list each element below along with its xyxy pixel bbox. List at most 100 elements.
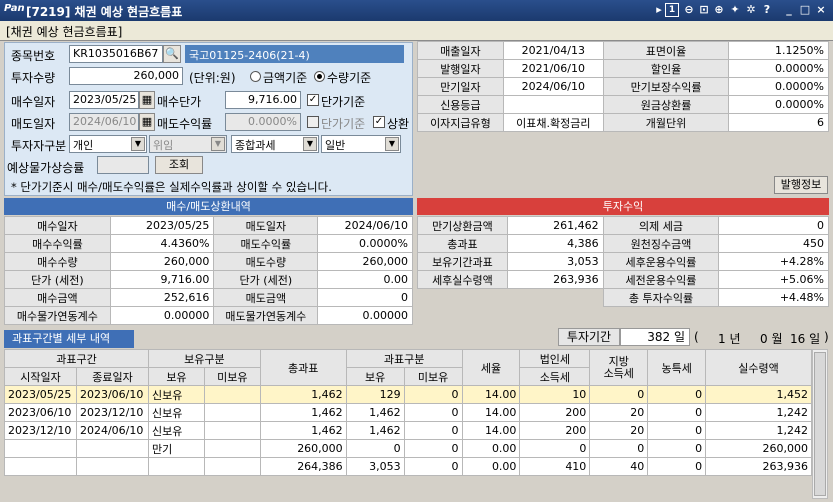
col-tax-period: 과표구간 [4, 349, 149, 368]
period-days-detail: 16 일 [790, 332, 821, 346]
invest-row: 만기상환금액 261,462 의제 세금 0 [417, 216, 829, 235]
calendar-icon[interactable]: ▦ [139, 113, 155, 131]
trade-label: 매수수익률 [4, 234, 111, 253]
expected-inflation-input[interactable] [97, 156, 149, 174]
issue-info-button[interactable]: 발행정보 [774, 176, 828, 194]
invest-value [507, 289, 603, 307]
table-cell: 20 [589, 403, 649, 422]
trade-row: 매수물가연동계수 0.00000 매도물가연동계수 0.00000 [4, 306, 413, 325]
info-label: 할인율 [602, 59, 730, 78]
invest-label: 세전운용수익률 [602, 270, 720, 289]
unit-label: (단위:원) [189, 71, 236, 85]
trade-label: 매수금액 [4, 288, 111, 307]
info-label: 신용등급 [417, 95, 504, 114]
qty-input[interactable]: 260,000 [69, 67, 183, 85]
table-row[interactable]: 2023/06/10 2023/12/10 신보유 1,462 1,462 0 14.00 2… [4, 403, 812, 422]
table-row[interactable]: 만기 260,000 0 0 0.00 0 0 0 260,000 [4, 439, 812, 458]
chevron-down-icon: ▼ [303, 137, 317, 151]
calendar-icon[interactable]: ▦ [139, 91, 155, 109]
info-value: 2021/04/13 [502, 41, 604, 60]
col-income-tax: 소득세 [519, 367, 591, 386]
sell-date-input[interactable]: 2024/06/10 [69, 113, 139, 131]
trade-value: 260,000 [109, 252, 215, 271]
col-tax-type: 과표구분 [345, 349, 463, 368]
trade-label: 매수물가연동계수 [4, 306, 111, 325]
trade-label: 매도물가연동계수 [213, 306, 319, 325]
invest-label: 총 투자수익률 [602, 288, 720, 307]
scrollbar-thumb[interactable] [814, 352, 826, 496]
query-button[interactable]: 조회 [155, 156, 203, 174]
search-icon[interactable]: 🔍 [163, 45, 181, 63]
qty-radio[interactable] [314, 71, 325, 82]
table-row[interactable]: 2023/12/10 2024/06/10 신보유 1,462 1,462 0 14.00 2… [4, 421, 812, 440]
trade-row: 매수수익률 4.4360% 매도수익률 0.0000% [4, 234, 413, 253]
info-value: 0.0000% [728, 59, 829, 78]
trade-label: 매도금액 [213, 288, 319, 307]
col-local-tax: 지방 소득세 [589, 349, 649, 386]
table-row[interactable]: 264,386 3,053 0 0.00 410 40 0 263,936 [4, 457, 812, 476]
star-icon[interactable]: ✲ [744, 3, 758, 17]
screen-header: [채권 예상 현금흐름표] [0, 21, 833, 41]
info-row: 매출일자 2021/04/13 표면이율 1.1250% [417, 41, 829, 60]
invest-row: 보유기간과표 3,053 세후운용수익률 +4.28% [417, 252, 829, 271]
page-number-button[interactable]: 1 [665, 3, 679, 17]
redeem-checkbox[interactable]: ✓ [373, 116, 385, 128]
close-icon[interactable]: × [814, 3, 828, 17]
unit-price-checkbox[interactable]: ✓ [307, 94, 319, 106]
buy-price-input[interactable]: 9,716.00 [225, 91, 301, 109]
vertical-scrollbar[interactable] [812, 349, 828, 499]
info-label: 만기일자 [417, 77, 504, 96]
chevron-down-icon: ▼ [131, 137, 145, 151]
sell-yield-input[interactable]: 0.0000% [225, 113, 301, 131]
info-value: 0.0000% [728, 95, 829, 114]
bond-info-table: 매출일자 2021/04/13 표면이율 1.1250% 발행일자 2021/06/10 할… [417, 41, 829, 132]
table-cell: 2023/12/10 [4, 421, 77, 440]
trade-value: 2023/05/25 [109, 216, 215, 235]
table-cell: 1,462 [259, 385, 347, 404]
table-cell: 14.00 [461, 385, 521, 404]
table-cell [147, 457, 205, 476]
help-icon[interactable]: ? [760, 3, 774, 17]
trade-label: 단가 (세전) [4, 270, 111, 289]
tax-value: 종합과세 [235, 139, 276, 152]
general-value: 일반 [325, 139, 346, 152]
invest-section-header: 투자수익 [417, 198, 829, 215]
table-cell: 2023/06/10 [75, 385, 149, 404]
invest-value: 3,053 [506, 252, 604, 271]
unit-price-checkbox-2[interactable] [307, 116, 319, 128]
unit-price-label-2: 단가기준 [321, 117, 366, 131]
maximize-icon[interactable]: □ [798, 3, 812, 17]
info-value: 2024/06/10 [502, 77, 604, 96]
table-cell: 0.00 [461, 439, 521, 458]
chevron-down-icon: ▼ [385, 137, 399, 151]
invest-value: 263,936 [506, 270, 604, 289]
info-label: 표면이율 [602, 41, 730, 60]
table-cell [203, 457, 261, 476]
delegation-select[interactable]: 위임 ▼ [149, 135, 227, 153]
tax-select[interactable]: 종합과세 ▼ [231, 135, 319, 153]
invest-label: 총과표 [417, 234, 508, 253]
fit-icon[interactable]: ⊡ [697, 3, 711, 17]
table-cell: 0 [403, 385, 463, 404]
pushpin-icon[interactable]: ✦ [728, 3, 742, 17]
amount-radio[interactable] [250, 71, 261, 82]
zoom-out-icon[interactable]: ⊖ [682, 3, 696, 17]
col-agri-tax: 농특세 [647, 349, 707, 386]
code-input[interactable]: KR1035016B67 [69, 45, 163, 63]
invest-label: 세후운용수익률 [602, 252, 720, 271]
period-days: 382 일 [620, 328, 690, 346]
buy-date-label: 매수일자 [11, 95, 56, 109]
app-logo: Pan [4, 3, 25, 14]
table-row[interactable]: 2023/05/25 2023/06/10 신보유 1,462 129 0 14.00 10 0… [4, 385, 812, 404]
trade-label: 매도수량 [213, 252, 319, 271]
pin-icon[interactable]: ▸ [652, 3, 666, 17]
investor-select[interactable]: 개인 ▼ [69, 135, 147, 153]
minimize-icon[interactable]: _ [782, 3, 796, 17]
general-select[interactable]: 일반 ▼ [321, 135, 401, 153]
tab-detail[interactable]: 과표구간별 세부 내역 [4, 330, 134, 348]
table-cell: 0 [403, 439, 463, 458]
info-label: 이자지급유형 [417, 113, 504, 132]
buy-date-input[interactable]: 2023/05/25 [69, 91, 139, 109]
detail-table: 과표구간 보유구분 총과표 과표구분 세율 법인세 지방 소득세 농특세 실수령… [4, 349, 812, 476]
zoom-in-icon[interactable]: ⊕ [712, 3, 726, 17]
